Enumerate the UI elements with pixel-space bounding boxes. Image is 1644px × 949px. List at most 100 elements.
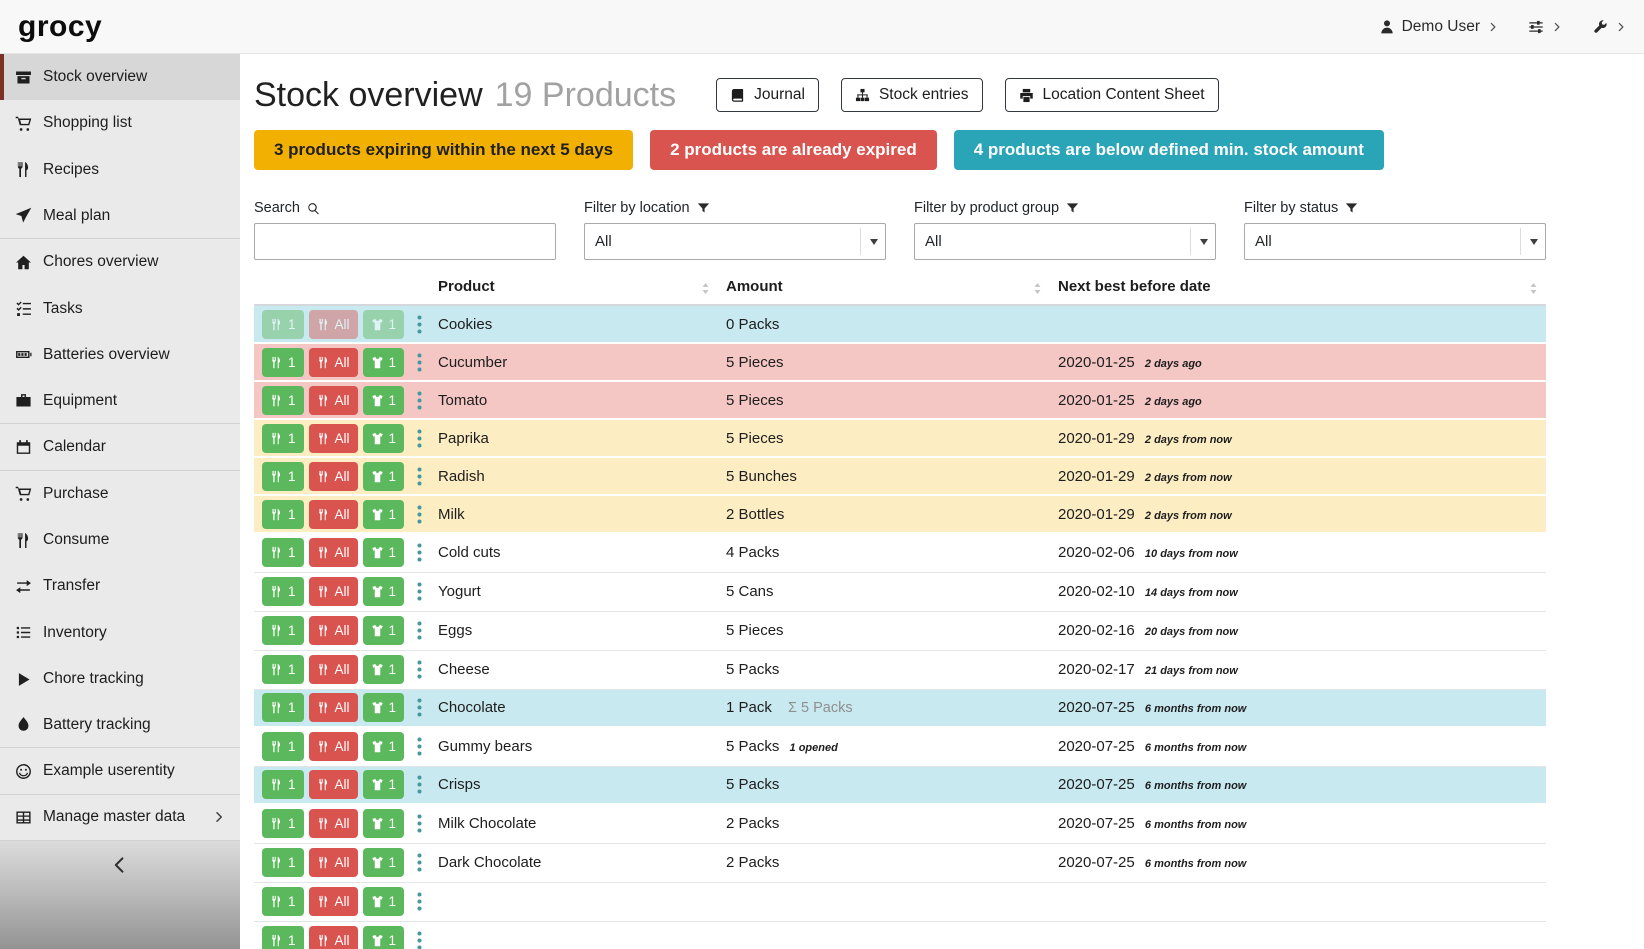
consume-one-button[interactable]: 1 [262, 424, 304, 453]
open-one-button[interactable]: 1 [363, 732, 405, 761]
open-one-button[interactable]: 1 [363, 809, 405, 838]
product-group-select[interactable]: All [914, 223, 1216, 260]
consume-one-button[interactable]: 1 [262, 732, 304, 761]
sidebar-item-consume[interactable]: Consume [0, 517, 240, 563]
consume-one-button[interactable]: 1 [262, 770, 304, 799]
row-menu-button[interactable] [409, 657, 430, 682]
row-menu-button[interactable] [409, 618, 430, 643]
sidebar-item-chore-tracking[interactable]: Chore tracking [0, 656, 240, 702]
consume-one-button[interactable]: 1 [262, 809, 304, 838]
consume-one-button[interactable]: 1 [262, 655, 304, 684]
sidebar-collapse-button[interactable] [0, 841, 240, 949]
consume-one-button[interactable]: 1 [262, 887, 304, 916]
stock-entries-button[interactable]: Stock entries [841, 78, 983, 112]
sidebar-item-recipes[interactable]: Recipes [0, 147, 240, 193]
row-menu-button[interactable] [409, 772, 430, 797]
consume-one-button[interactable]: 1 [262, 386, 304, 415]
sidebar-item-calendar[interactable]: Calendar [0, 424, 240, 470]
consume-one-button[interactable]: 1 [262, 348, 304, 377]
status-select[interactable]: All [1244, 223, 1546, 260]
settings-menu[interactable] [1528, 19, 1562, 35]
consume-all-button[interactable]: All [309, 386, 358, 415]
row-menu-button[interactable] [409, 811, 430, 836]
sidebar-item-transfer[interactable]: Transfer [0, 563, 240, 609]
consume-one-button[interactable]: 1 [262, 693, 304, 722]
consume-all-button[interactable]: All [309, 770, 358, 799]
consume-one-button[interactable]: 1 [262, 577, 304, 606]
open-one-button[interactable]: 1 [363, 926, 405, 949]
sidebar-item-batteries-overview[interactable]: Batteries overview [0, 332, 240, 378]
consume-one-button[interactable]: 1 [262, 538, 304, 567]
open-one-button[interactable]: 1 [363, 693, 405, 722]
sidebar-item-meal-plan[interactable]: Meal plan [0, 193, 240, 239]
row-menu-button[interactable] [409, 734, 430, 759]
sidebar-item-manage-master-data[interactable]: Manage master data [0, 795, 240, 841]
consume-one-button[interactable]: 1 [262, 500, 304, 529]
row-menu-button[interactable] [409, 350, 430, 375]
row-menu-button[interactable] [409, 426, 430, 451]
open-one-button[interactable]: 1 [363, 770, 405, 799]
consume-all-button[interactable]: All [309, 655, 358, 684]
row-menu-button[interactable] [409, 540, 430, 565]
open-one-button[interactable]: 1 [363, 500, 405, 529]
consume-all-button[interactable]: All [309, 809, 358, 838]
column-header-next-best-before-date[interactable]: Next best before date [1050, 274, 1546, 305]
consume-all-button[interactable]: All [309, 616, 358, 645]
sidebar-item-equipment[interactable]: Equipment [0, 378, 240, 424]
consume-all-button[interactable]: All [309, 538, 358, 567]
location-content-sheet-button[interactable]: Location Content Sheet [1005, 78, 1219, 112]
sidebar-item-battery-tracking[interactable]: Battery tracking [0, 702, 240, 748]
open-one-button[interactable]: 1 [363, 386, 405, 415]
consume-all-button[interactable]: All [309, 848, 358, 877]
app-logo[interactable]: grocy [18, 10, 102, 44]
consume-all-button[interactable]: All [309, 577, 358, 606]
consume-all-button[interactable]: All [309, 310, 358, 339]
consume-one-button[interactable]: 1 [262, 848, 304, 877]
consume-one-button[interactable]: 1 [262, 462, 304, 491]
sidebar-item-stock-overview[interactable]: Stock overview [0, 54, 240, 100]
consume-one-button[interactable]: 1 [262, 926, 304, 949]
open-one-button[interactable]: 1 [363, 348, 405, 377]
row-menu-button[interactable] [409, 695, 430, 720]
consume-all-button[interactable]: All [309, 926, 358, 949]
sidebar-item-example-userentity[interactable]: Example userentity [0, 748, 240, 794]
consume-all-button[interactable]: All [309, 500, 358, 529]
sidebar-item-inventory[interactable]: Inventory [0, 610, 240, 656]
row-menu-button[interactable] [409, 928, 430, 949]
row-menu-button[interactable] [409, 579, 430, 604]
expiring-soon-banner[interactable]: 3 products expiring within the next 5 da… [254, 130, 633, 170]
open-one-button[interactable]: 1 [363, 310, 405, 339]
consume-all-button[interactable]: All [309, 693, 358, 722]
search-input[interactable] [254, 223, 556, 260]
row-menu-button[interactable] [409, 502, 430, 527]
open-one-button[interactable]: 1 [363, 462, 405, 491]
user-menu[interactable]: Demo User [1379, 18, 1498, 36]
row-menu-button[interactable] [409, 388, 430, 413]
sidebar-item-purchase[interactable]: Purchase [0, 471, 240, 517]
journal-button[interactable]: Journal [716, 78, 819, 112]
consume-one-button[interactable]: 1 [262, 616, 304, 645]
below-min-stock-banner[interactable]: 4 products are below defined min. stock … [954, 130, 1384, 170]
admin-menu[interactable] [1592, 19, 1626, 35]
expired-banner[interactable]: 2 products are already expired [650, 130, 937, 170]
open-one-button[interactable]: 1 [363, 848, 405, 877]
consume-all-button[interactable]: All [309, 424, 358, 453]
consume-all-button[interactable]: All [309, 462, 358, 491]
open-one-button[interactable]: 1 [363, 577, 405, 606]
sidebar-item-chores-overview[interactable]: Chores overview [0, 239, 240, 285]
row-menu-button[interactable] [409, 850, 430, 875]
open-one-button[interactable]: 1 [363, 538, 405, 567]
open-one-button[interactable]: 1 [363, 887, 405, 916]
row-menu-button[interactable] [409, 312, 430, 337]
consume-all-button[interactable]: All [309, 348, 358, 377]
consume-one-button[interactable]: 1 [262, 310, 304, 339]
open-one-button[interactable]: 1 [363, 616, 405, 645]
row-menu-button[interactable] [409, 889, 430, 914]
column-header-amount[interactable]: Amount [718, 274, 1050, 305]
sidebar-item-shopping-list[interactable]: Shopping list [0, 100, 240, 146]
consume-all-button[interactable]: All [309, 887, 358, 916]
consume-all-button[interactable]: All [309, 732, 358, 761]
column-header-product[interactable]: Product [430, 274, 718, 305]
sidebar-item-tasks[interactable]: Tasks [0, 285, 240, 331]
open-one-button[interactable]: 1 [363, 655, 405, 684]
